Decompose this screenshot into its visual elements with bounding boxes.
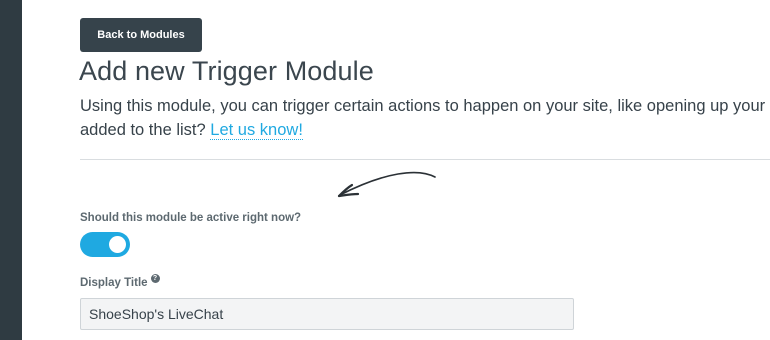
display-title-input[interactable] — [80, 298, 574, 330]
section-divider — [80, 159, 770, 160]
description-line-2-text: added to the list? — [80, 121, 211, 139]
active-status-label: Should this module be active right now? — [80, 212, 302, 224]
display-title-label-text: Display Title — [80, 277, 148, 289]
description-line-1: Using this module, you can trigger certa… — [80, 97, 770, 115]
toggle-knob — [109, 236, 126, 253]
page-title: Add new Trigger Module — [79, 56, 374, 86]
display-title-label: Display Title? — [80, 274, 160, 289]
hand-drawn-arrow-icon — [337, 171, 436, 198]
back-to-modules-button[interactable]: Back to Modules — [80, 18, 202, 52]
question-circle-icon[interactable]: ? — [150, 274, 160, 283]
description-line-2: added to the list? Let us know! — [80, 118, 770, 142]
page-description: Using this module, you can trigger certa… — [80, 94, 770, 142]
left-sidebar-rail — [0, 0, 22, 340]
active-toggle[interactable] — [80, 232, 130, 257]
let-us-know-link[interactable]: Let us know! — [210, 121, 303, 140]
